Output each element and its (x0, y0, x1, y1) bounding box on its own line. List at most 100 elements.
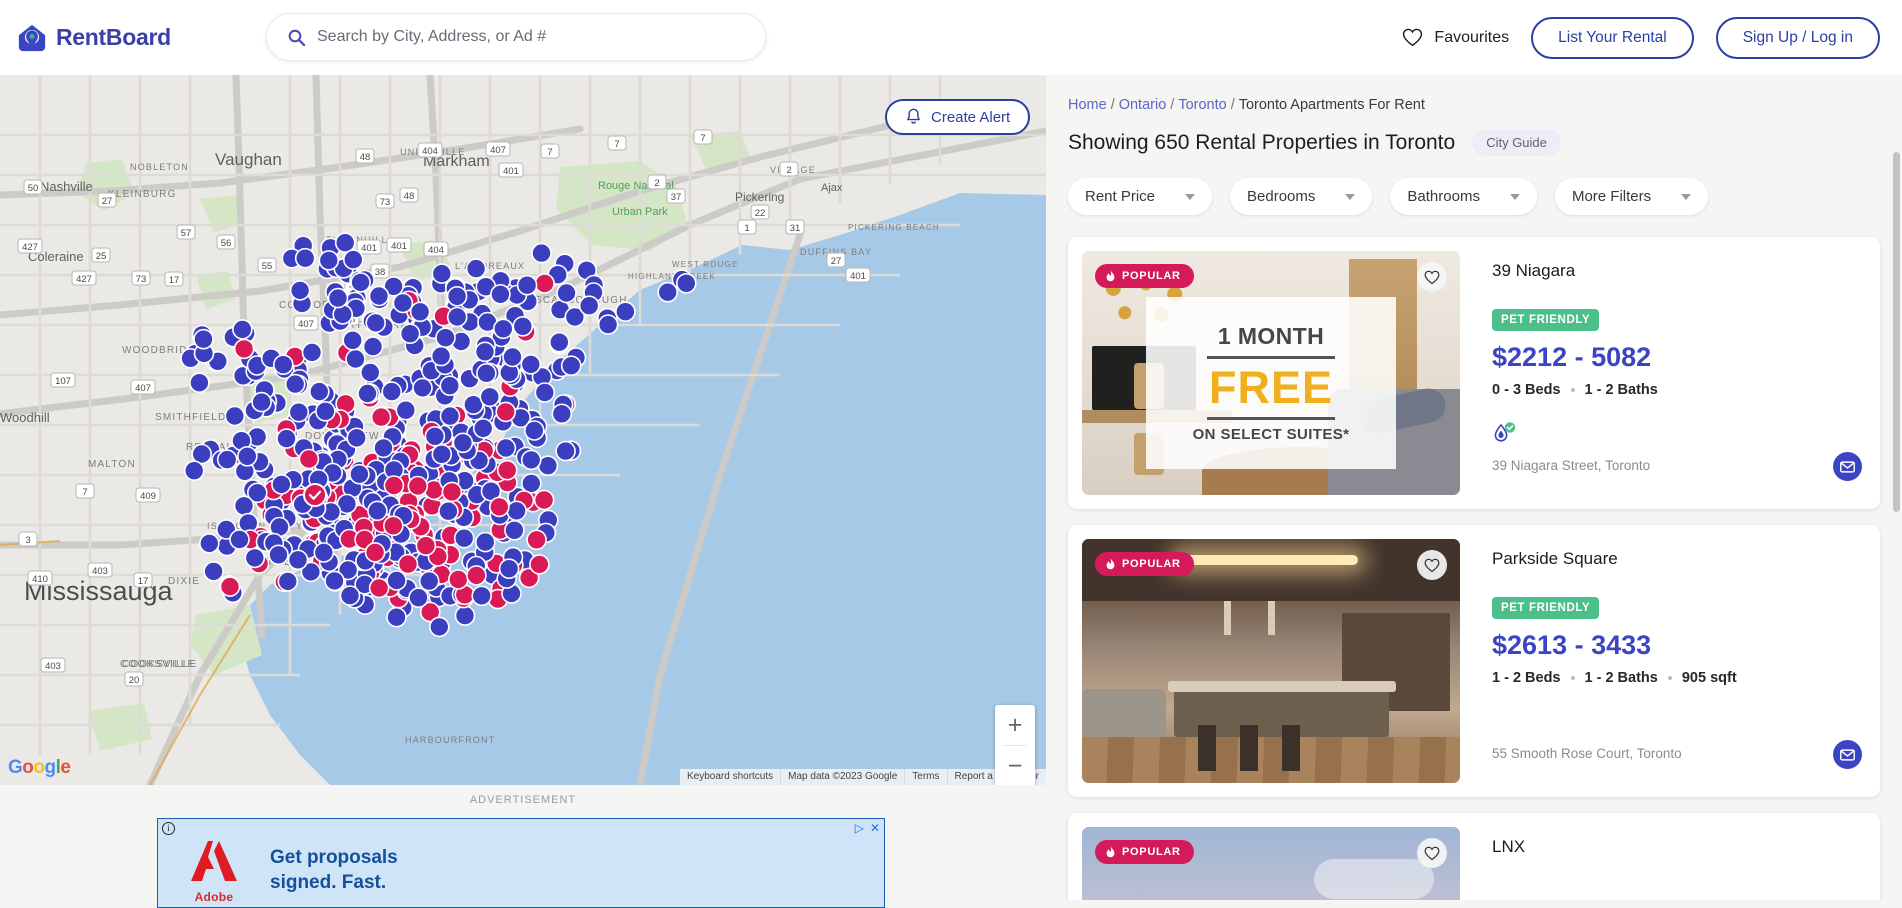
map-pin-listing[interactable] (520, 354, 542, 375)
map-pin-listing[interactable] (534, 382, 556, 403)
map-pin-featured[interactable] (496, 459, 518, 481)
map-pin-listing[interactable] (560, 355, 582, 377)
map-pin-listing[interactable] (345, 348, 366, 370)
favourite-toggle[interactable] (1417, 550, 1447, 580)
map-pin-listing[interactable] (301, 342, 323, 363)
map-pin-listing[interactable] (431, 443, 453, 465)
map-pin-featured[interactable] (488, 496, 510, 518)
map-pin-listing[interactable] (277, 571, 299, 592)
map-pin-listing[interactable] (276, 428, 297, 449)
map-pin-featured[interactable] (534, 273, 555, 294)
map-pin-listing[interactable] (675, 273, 697, 294)
listings-scrollbar[interactable] (1893, 152, 1900, 512)
map-pin-listing[interactable] (438, 500, 459, 522)
map-pin-listing[interactable] (268, 544, 289, 566)
map-pin-listing[interactable] (439, 375, 461, 397)
adchoices-icon[interactable]: ▷ (855, 821, 864, 835)
map-pin-listing[interactable] (412, 377, 433, 399)
map-pin-listing[interactable] (490, 284, 511, 305)
map-pin-listing[interactable] (453, 527, 475, 549)
map-pin-listing[interactable] (428, 616, 450, 638)
map-pin-listing[interactable] (244, 547, 266, 569)
filter-rent-price[interactable]: Rent Price (1068, 178, 1213, 215)
contact-email-button[interactable] (1833, 740, 1862, 769)
keyboard-shortcuts-link[interactable]: Keyboard shortcuts (680, 769, 780, 785)
map-pin-listing[interactable] (657, 281, 679, 303)
map-pin-listing[interactable] (224, 405, 246, 427)
logo[interactable]: RentBoard (17, 23, 171, 53)
map-pin-listing[interactable] (476, 362, 497, 384)
favourite-toggle[interactable] (1417, 262, 1447, 292)
map-pin-listing[interactable] (287, 549, 309, 571)
map-pin-listing[interactable] (271, 474, 292, 495)
map-pin-listing[interactable] (359, 362, 381, 383)
map-pin-listing[interactable] (471, 585, 493, 607)
map-pin-featured[interactable] (298, 448, 320, 470)
favourite-toggle[interactable] (1417, 838, 1447, 868)
create-alert-button[interactable]: Create Alert (885, 99, 1031, 135)
map-pin-listing[interactable] (339, 585, 361, 606)
map-pin-listing[interactable] (446, 306, 468, 328)
listing-name[interactable]: LNX (1492, 837, 1866, 857)
map-pin-listing[interactable] (294, 247, 316, 269)
map-pin-listing[interactable] (373, 437, 394, 459)
map-pin-listing[interactable] (512, 316, 534, 337)
map-pin-listing[interactable] (229, 529, 250, 550)
map-pin-listing[interactable] (342, 249, 364, 270)
map-pin-listing[interactable] (386, 570, 407, 591)
map-pin-listing[interactable] (199, 533, 220, 554)
map-pin-listing[interactable] (439, 405, 461, 427)
map-pin-listing[interactable] (381, 381, 403, 402)
map-pin-listing[interactable] (504, 519, 525, 541)
breadcrumb-item-toronto[interactable]: Toronto (1178, 97, 1226, 113)
map-pin-featured[interactable] (495, 401, 517, 423)
map-pin-listing[interactable] (357, 383, 378, 404)
map-pin-featured[interactable] (533, 489, 555, 511)
map-pin-listing[interactable] (318, 250, 340, 271)
map-pin-featured[interactable] (441, 481, 463, 503)
map-pin-listing[interactable] (578, 295, 600, 316)
zoom-in-button[interactable]: + (995, 705, 1035, 745)
map-pin-listing[interactable] (454, 605, 476, 626)
map-pin-listing[interactable] (368, 285, 390, 307)
map-pin-featured[interactable] (383, 475, 405, 496)
map-pin-listing[interactable] (327, 287, 349, 309)
map-pin-listing[interactable] (367, 500, 388, 522)
map-pin-listing[interactable] (193, 328, 214, 350)
listing-card[interactable]: POPULAR 1 MONTH FREE ON SELECT SUITES* 3… (1068, 237, 1880, 509)
map-pin-listing[interactable] (386, 606, 407, 628)
map-pin-featured[interactable] (370, 406, 392, 428)
map-pin-listing[interactable] (555, 440, 576, 462)
map-pin-listing[interactable] (548, 331, 570, 353)
zoom-out-button[interactable]: − (995, 746, 1035, 785)
map-pin-featured[interactable] (397, 553, 419, 575)
map-pin-listing[interactable] (365, 312, 387, 334)
signup-login-button[interactable]: Sign Up / Log in (1715, 16, 1880, 59)
map-pin-listing[interactable] (350, 272, 371, 293)
city-guide-badge[interactable]: City Guide (1472, 129, 1561, 156)
map-pin-listing[interactable] (324, 570, 345, 592)
map-pin-listing[interactable] (334, 232, 356, 253)
filter-bedrooms[interactable]: Bedrooms (1230, 178, 1373, 215)
map-pin-listing[interactable] (409, 301, 431, 323)
map-pin-featured[interactable] (219, 576, 241, 597)
map-pin-listing[interactable] (551, 403, 573, 425)
map-pin-listing[interactable] (183, 460, 205, 482)
map-pin-listing[interactable] (520, 449, 542, 471)
map-pin-featured[interactable] (447, 569, 469, 590)
map-pin-listing[interactable] (399, 323, 421, 345)
map-pin-featured[interactable] (415, 535, 437, 557)
contact-email-button[interactable] (1833, 452, 1862, 481)
search-box[interactable] (266, 13, 766, 61)
map-pin-featured[interactable] (529, 554, 550, 575)
listings-pane[interactable]: Home / Ontario / Toronto / Toronto Apartments … (1046, 75, 1902, 900)
map-pin-listing[interactable] (349, 463, 370, 485)
map-zoom-controls[interactable]: + − (995, 705, 1035, 785)
map-pin-listing[interactable] (495, 437, 517, 459)
map-pin-listing[interactable] (424, 425, 446, 447)
map-pin-listing[interactable] (289, 280, 311, 301)
map-pin-listing[interactable] (474, 341, 496, 363)
map-pin-listing[interactable] (313, 542, 335, 563)
map-pin-listing[interactable] (516, 274, 538, 296)
map-pane[interactable]: Vaughan Markham Nashville KLEINBURG Colerain… (0, 75, 1046, 785)
